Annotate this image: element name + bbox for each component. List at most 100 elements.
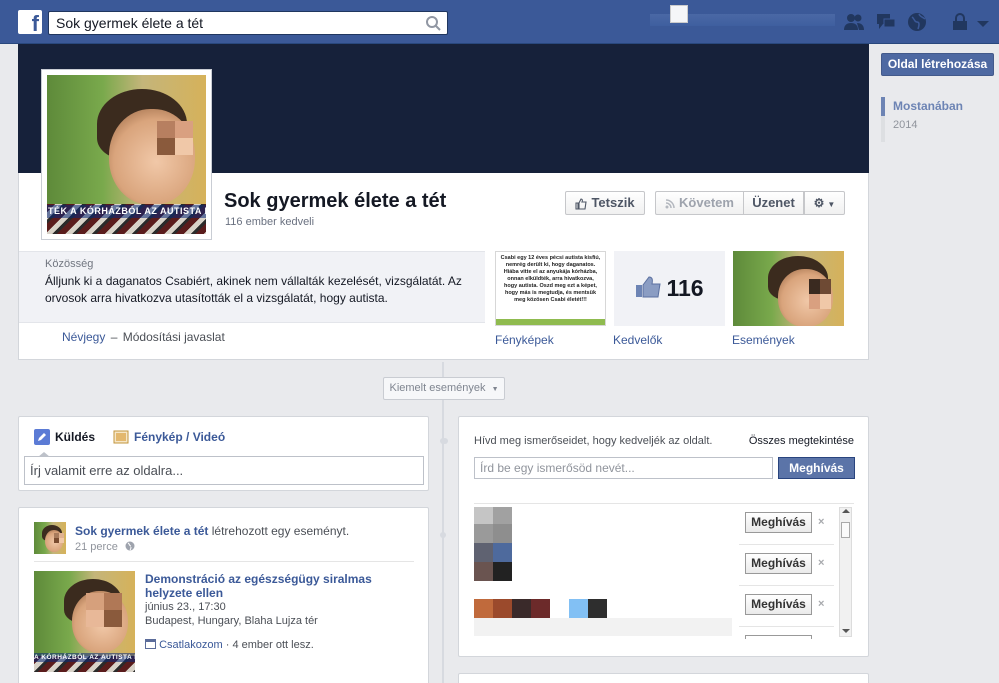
see-all-link[interactable]: Összes megtekintése	[749, 435, 854, 447]
composer-tab-post-label: Küldés	[55, 430, 96, 444]
event-title-link[interactable]: Demonstráció az egészségügy siralmas hel…	[145, 572, 372, 600]
page-title[interactable]: Sok gyermek élete a tét	[224, 190, 446, 213]
likes-tile-count: 116	[666, 275, 704, 301]
event-thumbnail[interactable]: A KÓRHÁZBÓL AZ AUTISTA KISF	[34, 571, 135, 672]
story-meta: 21 perce	[75, 541, 135, 553]
pixelated-face	[86, 593, 122, 627]
invite-friend-button-partial[interactable]	[745, 635, 812, 639]
likes-tile[interactable]: 116	[614, 251, 725, 326]
friend-row-separator	[739, 544, 834, 545]
composer-tab-post[interactable]: Küldés	[34, 429, 95, 445]
like-button[interactable]: Tetszik	[565, 191, 645, 215]
composer-input[interactable]: Írj valamit erre az oldalra...	[24, 456, 424, 485]
photo-video-icon	[113, 430, 129, 444]
invite-friend-button[interactable]: Meghívás	[745, 594, 812, 615]
remove-suggestion-icon[interactable]: ×	[818, 516, 824, 528]
invite-friend-button[interactable]: Meghívás	[745, 553, 812, 574]
profile-photo-image: TÉK A KÓRHÁZBÓL AZ AUTISTA KISF	[47, 75, 206, 234]
messages-icon[interactable]	[875, 11, 897, 33]
pixelated-face	[809, 279, 831, 309]
pencil-icon	[34, 429, 50, 445]
privacy-lock-icon[interactable]	[950, 11, 970, 33]
invite-search-button[interactable]: Meghívás	[778, 457, 855, 479]
thumbs-up-icon	[636, 276, 662, 298]
pixelated-face	[54, 533, 64, 543]
story-author-avatar[interactable]	[34, 522, 66, 554]
top-bar: f	[0, 0, 999, 44]
scroll-up-arrow[interactable]	[842, 509, 850, 513]
friend-avatar-blurred[interactable]	[474, 599, 614, 618]
join-separator: ·	[225, 639, 230, 651]
right-sidebar: Oldal létrehozása Mostanában 2014	[881, 53, 994, 142]
thumbs-up-icon	[575, 198, 588, 210]
timeline-nav-recent-label: Mostanában	[893, 99, 964, 113]
events-tab-label[interactable]: Események	[732, 333, 795, 347]
follow-button-label: Követem	[679, 195, 734, 210]
timeline-nav-2014[interactable]: 2014	[881, 116, 991, 142]
about-box[interactable]: Közösség Álljunk ki a daganatos Csabiért…	[19, 251, 485, 323]
invite-friend-button[interactable]: Meghívás	[745, 512, 812, 533]
likes-tab-label[interactable]: Kedvelők	[613, 333, 662, 347]
photo-post-thumbnail: Csabi egy 12 éves pécsi autista kisfiú, …	[495, 251, 606, 326]
event-thumbnail-caption: A KÓRHÁZBÓL AZ AUTISTA KISF	[34, 653, 135, 662]
message-button[interactable]: Üzenet	[743, 191, 804, 215]
photo-post-text: Csabi egy 12 éves pécsi autista kisfiú, …	[500, 255, 601, 303]
event-place: Budapest, Hungary, Blaha Lujza tér	[145, 615, 318, 627]
photos-tab-label[interactable]: Fényképek	[495, 333, 554, 347]
photos-tile[interactable]: Csabi egy 12 éves pécsi autista kisfiú, …	[495, 251, 606, 326]
events-thumbnail	[733, 251, 844, 326]
facebook-logo[interactable]: f	[18, 10, 42, 34]
search-box[interactable]	[48, 11, 448, 35]
search-icon[interactable]	[425, 15, 443, 31]
event-title[interactable]: Demonstráció az egészségügy siralmas hel…	[145, 572, 395, 600]
search-input[interactable]	[49, 12, 419, 34]
event-date: június 23., 17:30	[145, 601, 226, 613]
scrollbar-thumb[interactable]	[841, 522, 850, 538]
profile-picture[interactable]: TÉK A KÓRHÁZBÓL AZ AUTISTA KISF	[41, 69, 212, 240]
link-separator: –	[110, 330, 118, 344]
story-time[interactable]: 21 perce	[75, 541, 118, 553]
friend-avatar-blurred[interactable]	[474, 507, 512, 581]
timeline-node	[440, 532, 446, 538]
likes-tile-box: 116	[614, 251, 725, 326]
friend-row-separator	[739, 585, 834, 586]
friend-requests-icon[interactable]	[843, 11, 865, 33]
remove-suggestion-icon[interactable]: ×	[818, 557, 824, 569]
create-page-button[interactable]: Oldal létrehozása	[881, 53, 994, 76]
story-author-link[interactable]: Sok gyermek élete a tét	[75, 524, 208, 538]
notifications-globe-icon[interactable]	[906, 11, 928, 33]
composer-tab-photo-label: Fénykép / Videó	[134, 430, 226, 444]
page-like-count[interactable]: 116 ember kedveli	[225, 216, 314, 228]
about-link[interactable]: Névjegy	[62, 330, 105, 344]
follow-button[interactable]: Követem	[655, 191, 743, 215]
events-tile[interactable]	[733, 251, 844, 326]
timeline-spine	[442, 362, 444, 683]
page-header: TÉK A KÓRHÁZBÓL AZ AUTISTA KISF Sok gyer…	[18, 44, 869, 360]
chevron-down-icon: ▼	[827, 200, 836, 209]
friend-list-scrollbar[interactable]	[839, 507, 852, 637]
timeline-nav-recent[interactable]: Mostanában	[881, 97, 991, 116]
calendar-icon	[145, 639, 156, 649]
next-story-card	[458, 673, 869, 683]
friend-row-separator	[739, 626, 834, 627]
event-going-count[interactable]: 4 ember ott lesz.	[232, 639, 313, 651]
friend-search-input[interactable]: Írd be egy ismerősöd nevét...	[474, 457, 773, 479]
invite-prompt: Hívd meg ismerőseidet, hogy kedveljék az…	[474, 435, 713, 447]
join-event-link[interactable]: Csatlakozom	[159, 639, 223, 651]
settings-caret-icon[interactable]	[972, 11, 994, 33]
page-options-button[interactable]: ⚙ ▼	[804, 191, 845, 215]
event-join-row: Csatlakozom · 4 ember ott lesz.	[145, 638, 314, 651]
about-links: Névjegy – Módosítási javaslat	[62, 330, 225, 344]
scroll-down-arrow[interactable]	[842, 629, 850, 633]
message-button-label: Üzenet	[752, 195, 795, 210]
page-category[interactable]: Közösség	[45, 258, 476, 270]
like-button-label: Tetszik	[591, 195, 635, 210]
composer: Küldés Fénykép / Videó Írj valamit erre …	[18, 416, 429, 491]
friend-search-placeholder: Írd be egy ismerősöd nevét...	[480, 461, 635, 475]
highlights-filter-button[interactable]: Kiemelt események ▼	[383, 377, 505, 400]
rss-icon	[665, 198, 675, 209]
suggest-edits-link[interactable]: Módosítási javaslat	[123, 330, 225, 344]
gear-icon: ⚙	[813, 196, 825, 210]
composer-tab-photo[interactable]: Fénykép / Videó	[113, 429, 225, 445]
remove-suggestion-icon[interactable]: ×	[818, 598, 824, 610]
